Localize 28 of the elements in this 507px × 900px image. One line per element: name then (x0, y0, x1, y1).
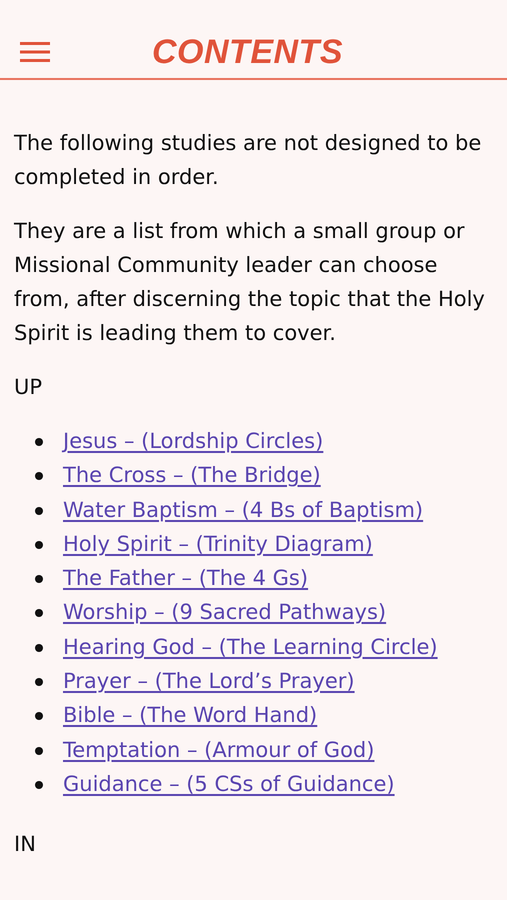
study-link[interactable]: Bible – (The Word Hand) (63, 698, 318, 733)
menu-icon[interactable] (20, 42, 50, 62)
page-title: CONTENTS (152, 32, 343, 72)
intro-paragraph: The following studies are not designed to be completed in order. (14, 130, 482, 191)
bullet-icon (35, 438, 43, 446)
bullet-icon (35, 472, 43, 480)
study-link[interactable]: Jesus – (Lordship Circles) (63, 424, 324, 458)
study-link[interactable]: Hearing God – (The Learning Circle) (63, 630, 438, 664)
study-link[interactable]: Temptation – (Armour of God) (63, 732, 374, 767)
section-heading: UP (14, 374, 44, 401)
study-link[interactable]: Holy Spirit – (Trinity Diagram) (63, 526, 373, 562)
bullet-icon (35, 712, 43, 720)
section-heading: IN (14, 831, 37, 858)
study-link[interactable]: Worship – (9 Sacred Pathways) (63, 595, 386, 630)
intro-paragraph: They are a list from which a small group or Missional Community leader can choose from, after discerning the topic that the Holy Spirit is leading them to cover. (14, 218, 486, 347)
bullet-icon (35, 780, 43, 789)
study-link[interactable]: Guidance – (5 CSs of Guidance) (63, 766, 395, 802)
bullet-icon (35, 644, 43, 652)
bullet-icon (35, 746, 43, 755)
bullet-icon (35, 540, 43, 549)
bullet-icon (35, 506, 43, 515)
study-link[interactable]: Prayer – (The Lord’s Prayer) (63, 664, 355, 698)
bullet-icon (35, 575, 43, 584)
study-link[interactable]: Water Baptism – (4 Bs of Baptism) (63, 492, 424, 527)
bullet-icon (35, 678, 43, 686)
study-link[interactable]: The Father – (The 4 Gs) (63, 561, 308, 596)
bullet-icon (35, 609, 43, 618)
study-link[interactable]: The Cross – (The Bridge) (63, 458, 321, 493)
